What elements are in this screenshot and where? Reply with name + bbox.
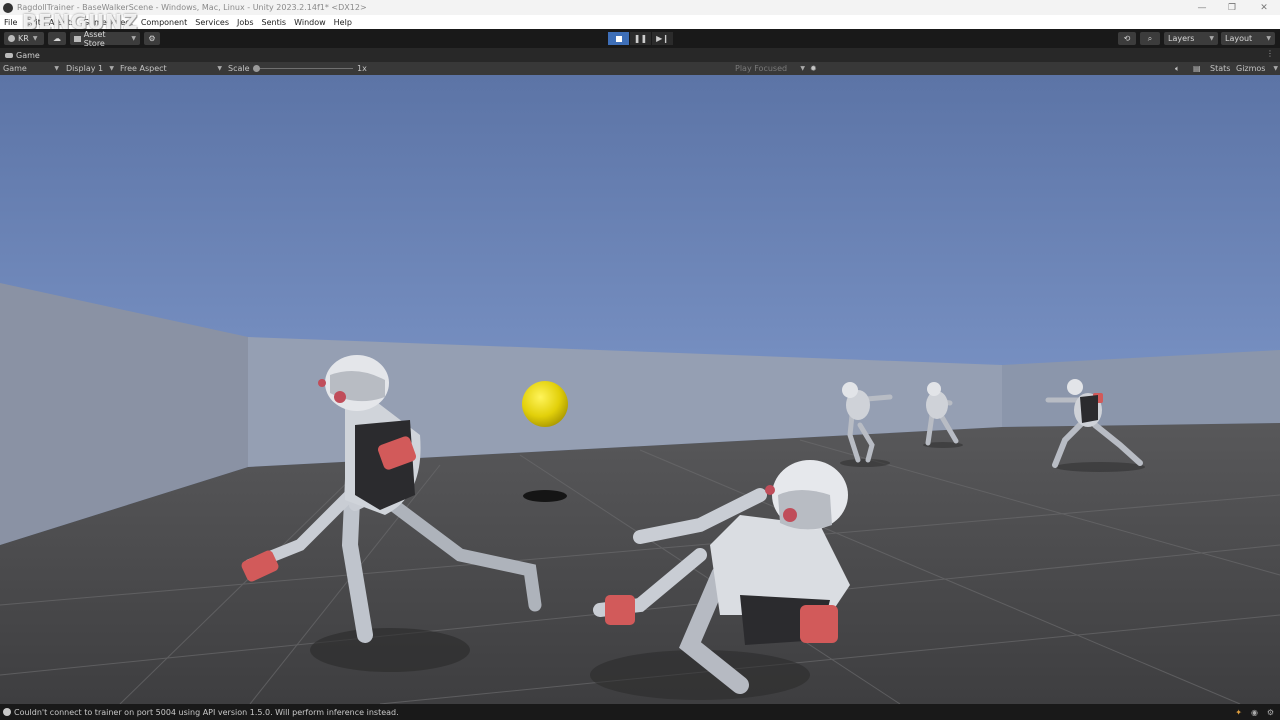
menu-services[interactable]: Services xyxy=(191,18,233,27)
chevron-down-icon: ▼ xyxy=(109,65,114,72)
scale-slider[interactable] xyxy=(253,62,353,75)
step-button[interactable]: ▶❙ xyxy=(652,32,673,45)
scale-value: 1x xyxy=(357,64,367,73)
progress-icon[interactable]: ✦ xyxy=(1235,708,1242,717)
stop-icon xyxy=(615,35,622,42)
layout-label: Layout xyxy=(1225,34,1253,43)
menu-bar: File Edit Assets GameObject Component Se… xyxy=(0,15,1280,29)
game-viewport[interactable] xyxy=(0,75,1280,704)
maximize-button[interactable]: ❐ xyxy=(1216,0,1248,15)
chevron-down-icon: ▼ xyxy=(131,35,136,42)
display-label: Display 1 xyxy=(66,64,104,73)
chevron-down-icon: ▼ xyxy=(217,65,222,72)
status-message: Couldn't connect to trainer on port 5004… xyxy=(14,707,399,717)
view-mode-dropdown[interactable]: Game ▼ xyxy=(3,62,59,75)
audio-mute-icon[interactable]: 🔈︎ xyxy=(1175,62,1180,75)
gizmos-dropdown[interactable]: Gizmos ▼ xyxy=(1236,62,1278,75)
close-button[interactable]: ✕ xyxy=(1248,0,1280,15)
cloud-button[interactable]: ☁ xyxy=(48,32,66,45)
account-dropdown[interactable]: KR ▼ xyxy=(4,32,44,45)
chevron-down-icon: ▼ xyxy=(1273,65,1278,72)
window-title-bar: RagdollTrainer - BaseWalkerScene - Windo… xyxy=(0,0,1280,15)
main-toolbar: KR ▼ ☁ Asset Store ▼ ⚙ ❚❚ ▶❙ ⟲ ⌕ Layers … xyxy=(0,29,1280,48)
game-tab-bar: Game ⋮ xyxy=(0,48,1280,62)
tab-menu-icon[interactable]: ⋮ xyxy=(1266,49,1274,58)
menu-help[interactable]: Help xyxy=(330,18,356,27)
menu-jobs[interactable]: Jobs xyxy=(233,18,258,27)
scale-label: Scale xyxy=(228,64,250,73)
game-tab-label: Game xyxy=(16,50,40,60)
layers-dropdown[interactable]: Layers ▼ xyxy=(1164,32,1218,45)
chevron-down-icon: ▼ xyxy=(800,65,805,72)
pause-icon: ❚❚ xyxy=(633,34,648,43)
menu-sentis[interactable]: Sentis xyxy=(258,18,291,27)
layout-dropdown[interactable]: Layout ▼ xyxy=(1221,32,1275,45)
view-mode-label: Game xyxy=(3,64,27,73)
layers-label: Layers xyxy=(1168,34,1195,43)
history-icon: ⟲ xyxy=(1123,34,1131,43)
console-status-bar[interactable]: Couldn't connect to trainer on port 5004… xyxy=(0,704,1280,720)
scale-slider-track xyxy=(257,68,353,69)
history-button[interactable]: ⟲ xyxy=(1118,32,1136,45)
settings-icon[interactable]: ⚙ xyxy=(1267,708,1274,717)
aspect-label: Free Aspect xyxy=(120,64,167,73)
chevron-down-icon: ▼ xyxy=(54,65,59,72)
gizmos-label: Gizmos xyxy=(1236,64,1266,73)
ball-shadow xyxy=(523,490,567,502)
yellow-ball xyxy=(522,381,568,427)
account-label: KR xyxy=(18,34,29,43)
aspect-dropdown[interactable]: Free Aspect ▼ xyxy=(120,62,222,75)
frame-debugger-icon[interactable]: ▤ xyxy=(1193,62,1201,75)
menu-file[interactable]: File xyxy=(0,18,21,27)
stats-button[interactable]: Stats xyxy=(1210,62,1230,75)
unity-logo-icon xyxy=(3,2,13,13)
collab-button[interactable]: ⚙ xyxy=(144,32,160,45)
search-icon: ⌕ xyxy=(1147,33,1153,43)
step-icon: ▶❙ xyxy=(656,34,669,43)
chevron-down-icon: ▼ xyxy=(1209,35,1214,42)
settings-icon: ⚙ xyxy=(148,34,156,43)
pause-button[interactable]: ❚❚ xyxy=(630,32,651,45)
info-icon xyxy=(3,708,11,716)
chevron-down-icon: ▼ xyxy=(1266,35,1271,42)
play-button[interactable] xyxy=(608,32,629,45)
play-focused-label: Play Focused xyxy=(735,64,788,73)
game-view-toolbar: Game ▼ Display 1 ▼ Free Aspect ▼ Scale 1… xyxy=(0,62,1280,75)
play-focused-dropdown[interactable]: Play Focused ▼ xyxy=(735,62,805,75)
notification-icon[interactable]: ◉ xyxy=(1251,708,1258,717)
asset-store-icon xyxy=(74,35,81,42)
game-tab[interactable]: Game xyxy=(0,48,40,62)
display-dropdown[interactable]: Display 1 ▼ xyxy=(66,62,114,75)
asset-store-label: Asset Store xyxy=(83,29,106,48)
menu-window[interactable]: Window xyxy=(290,18,330,27)
scene-render xyxy=(0,75,1280,704)
account-icon xyxy=(8,35,15,42)
search-button[interactable]: ⌕ xyxy=(1140,32,1160,45)
scale-slider-handle[interactable] xyxy=(253,65,260,72)
bug-icon[interactable]: ✹ xyxy=(810,62,817,75)
menu-component[interactable]: Component xyxy=(137,18,191,27)
asset-store-button[interactable]: Asset Store ▼ xyxy=(70,29,140,48)
minimize-button[interactable]: — xyxy=(1186,0,1218,15)
game-controller-icon xyxy=(5,52,13,58)
cloud-icon: ☁ xyxy=(53,34,61,43)
chevron-down-icon: ▼ xyxy=(32,35,38,42)
